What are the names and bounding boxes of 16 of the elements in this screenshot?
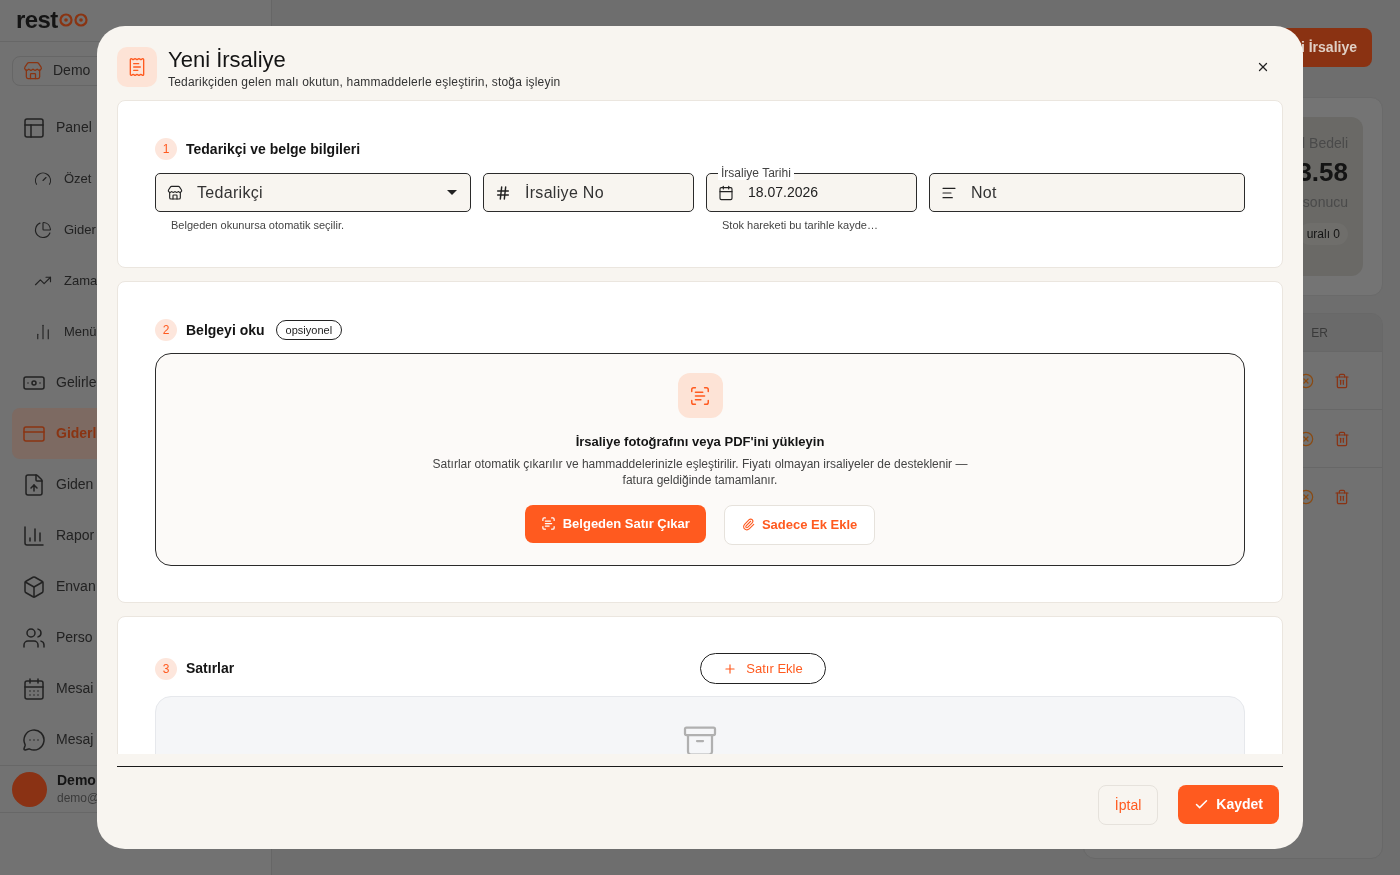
- step-number: 1: [155, 138, 177, 160]
- helper-text: Belgeden okunursa otomatik seçilir.: [170, 218, 346, 233]
- section-title: Tedarikçi ve belge bilgileri: [186, 139, 361, 159]
- section-title: Satırlar: [186, 659, 235, 678]
- upload-title: İrsaliye fotoğrafını veya PDF'ini yükleyin: [575, 433, 825, 451]
- field-label: İrsaliye Tarihi: [718, 166, 794, 180]
- upload-description: Satırlar otomatik çıkarılır ve hammaddelerinizle eşleştirilir. Fiyatı olmayan irsaliyeler de desteklenir — fatura geldiğinde tamamlanır.: [431, 455, 969, 488]
- section-title: Belgeyi oku: [186, 320, 265, 340]
- user-name: Demo: [57, 771, 97, 789]
- step-number: 2: [155, 319, 177, 341]
- step-number: 3: [155, 657, 177, 680]
- dialog-title: Yeni İrsaliye: [168, 47, 287, 73]
- logo-text: rest: [16, 5, 58, 36]
- helper-text: Stok hareketi bu tarihle kayde…: [721, 218, 879, 233]
- dialog-subtitle: Tedarikçiden gelen malı okutun, hammaddelerle eşleştirin, stoğa işleyin: [168, 74, 561, 91]
- user-email: demo@: [57, 790, 100, 807]
